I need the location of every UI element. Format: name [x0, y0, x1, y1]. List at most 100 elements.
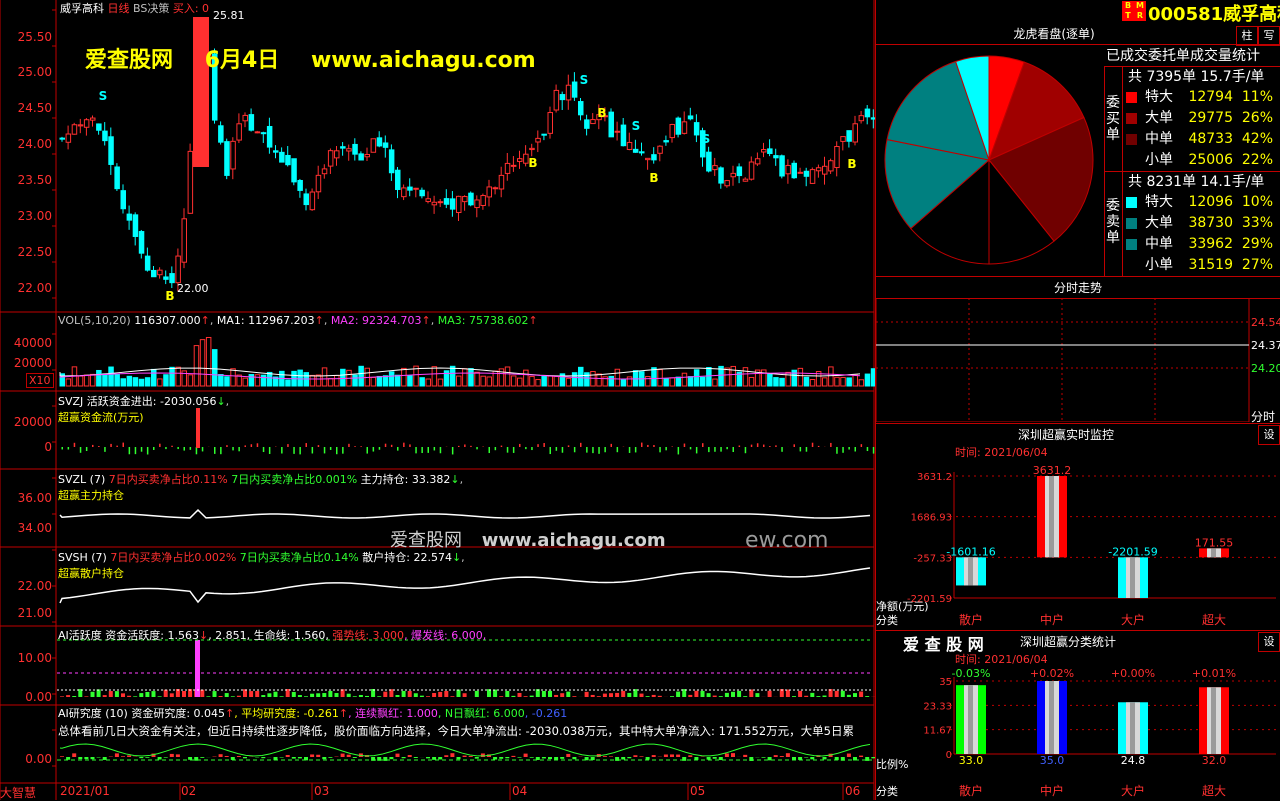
- research-bar: [298, 757, 302, 758]
- volume-bar: [322, 368, 327, 386]
- zhu-button[interactable]: 柱: [1236, 26, 1258, 46]
- bmtr-badge[interactable]: B M T R: [1122, 1, 1146, 21]
- svsh-title-a: SVSH (7): [58, 551, 110, 564]
- fund-flow-bar: [397, 447, 399, 451]
- svsh-subtitle: 超赢散户持仓: [58, 565, 465, 581]
- legend-label: 小单: [1145, 257, 1173, 273]
- candle-body: [505, 163, 510, 173]
- research-title: AI研究度 (10) 资金研究度: 0.045↑, 平均研究度: -0.261↑…: [58, 705, 567, 721]
- ai-activity-bar: [170, 693, 174, 697]
- ai-activity-bar: [463, 693, 467, 697]
- bar-change-label-1: +0.02%: [1030, 667, 1074, 680]
- intraday-chart[interactable]: [876, 298, 1250, 422]
- bar-shade-3: [1211, 548, 1216, 557]
- fund-flow-bar: [415, 447, 417, 453]
- candle-body: [804, 171, 809, 176]
- candle-body: [609, 112, 614, 137]
- monitor-settings-button[interactable]: 设: [1258, 425, 1280, 445]
- candle-body: [579, 102, 584, 115]
- bar-value-label-1: 35.0: [1040, 754, 1065, 767]
- buy-legend-row: 特大1279411%: [1126, 86, 1273, 106]
- plot-x-title: 分类: [876, 613, 898, 627]
- volume-bar: [298, 370, 303, 386]
- svzj-title-text: SVZJ 活跃资金进出: -2030.056: [58, 395, 216, 408]
- fund-flow-bar: [708, 447, 710, 452]
- fund-flow-bar: [257, 443, 259, 447]
- fund-flow-bar: [123, 443, 125, 447]
- research-bar: [444, 755, 448, 757]
- ai-activity-bar: [768, 691, 772, 697]
- ai-activity-bar: [518, 693, 522, 697]
- fund-flow-bar: [98, 446, 100, 447]
- candle-body: [60, 138, 65, 139]
- svzj-ytick-0: 20000: [0, 415, 52, 429]
- stats-settings-button[interactable]: 设: [1258, 632, 1280, 652]
- research-bar: [280, 757, 284, 758]
- x-label-0: 2021/01: [60, 784, 110, 798]
- ai-activity-bar: [402, 691, 406, 697]
- main-holding-line: [60, 510, 870, 518]
- ai-activity-bar: [420, 696, 424, 697]
- xie-button[interactable]: 写: [1258, 26, 1280, 46]
- candle-body: [353, 144, 358, 154]
- volume-bar: [853, 375, 858, 386]
- fund-flow-bar: [452, 447, 454, 454]
- candle-body: [408, 187, 413, 190]
- fund-flow-bar: [586, 447, 588, 453]
- volume-bar: [115, 374, 120, 386]
- fund-flow-bar: [421, 447, 423, 453]
- research-bar: [530, 757, 534, 758]
- ai-activity-bar: [444, 691, 448, 697]
- ai-activity-bar: [597, 696, 601, 697]
- fund-flow-bar: [147, 447, 149, 454]
- x-label-1: 02: [181, 784, 196, 798]
- volume-bar: [84, 375, 89, 386]
- ai-activity-bar: [658, 696, 662, 697]
- ai-activity-bar: [121, 693, 125, 697]
- fund-flow-bar: [434, 447, 436, 450]
- volume-bar: [91, 374, 96, 386]
- volume-bar: [841, 377, 846, 386]
- ai-activity-bar: [335, 693, 339, 697]
- research-bar: [78, 757, 82, 759]
- candle-body: [121, 191, 126, 209]
- main-ytick-7: 22.00: [0, 281, 52, 295]
- volume-bar: [133, 378, 138, 386]
- buy-legend-row: 中单4873342%: [1126, 128, 1273, 148]
- ai-activity-bar: [249, 691, 253, 697]
- indicator-label[interactable]: BS决策: [133, 2, 169, 15]
- volume-bar: [725, 368, 730, 386]
- volume-bar: [127, 376, 132, 386]
- fund-flow-bar: [68, 447, 70, 450]
- badge-t: T: [1122, 11, 1134, 21]
- fund-flow-bar: [611, 444, 613, 447]
- volume-bar: [383, 376, 388, 386]
- volume-bar: [743, 368, 748, 386]
- period-label[interactable]: 日线: [108, 2, 130, 15]
- fund-flow-bar: [226, 445, 228, 447]
- vol-title-text: VOL(5,10,20): [58, 314, 131, 327]
- volume-bar: [145, 378, 150, 386]
- fund-flow-bar: [684, 444, 686, 447]
- volume-bar: [768, 374, 773, 386]
- volume-bar: [255, 375, 260, 386]
- candle-body: [115, 167, 120, 189]
- candle-body: [249, 115, 254, 131]
- volume-bar: [554, 377, 559, 386]
- ai-activity-bar: [127, 696, 131, 697]
- candle-body: [475, 200, 480, 208]
- volume-bar: [310, 375, 315, 386]
- candle-body: [188, 151, 193, 213]
- research-bar: [566, 754, 570, 757]
- research-bar: [426, 757, 430, 758]
- fund-flow-bar: [177, 447, 179, 449]
- research-line: [60, 744, 870, 756]
- stock-name: 威孚高科: [60, 2, 104, 15]
- research-summary: 总体看前几日大资金有关注，但近日持续性逐步降低，股价面临方向选择，今日大单净流出…: [58, 723, 875, 739]
- svzj-subtitle: 超赢资金流(万元): [58, 409, 229, 425]
- volume-bar: [597, 374, 602, 386]
- volume-bar: [97, 370, 102, 386]
- research-bar: [316, 755, 320, 757]
- x-label-4: 05: [690, 784, 705, 798]
- research-bar: [798, 757, 802, 760]
